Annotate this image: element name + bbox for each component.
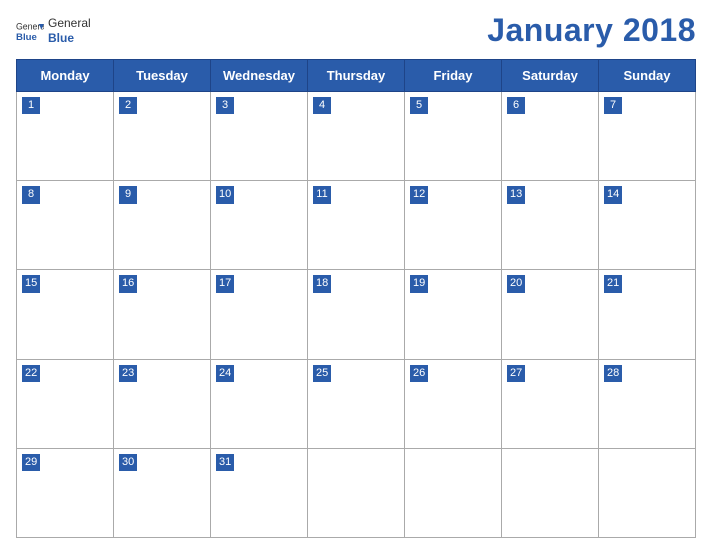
calendar-day-cell: 6: [502, 92, 599, 181]
calendar-page: General Blue General Blue January 2018 M…: [0, 0, 712, 550]
calendar-day-cell: 31: [211, 448, 308, 537]
calendar-day-cell: 12: [405, 181, 502, 270]
day-number: 23: [119, 365, 137, 382]
calendar-day-cell: [405, 448, 502, 537]
page-title: January 2018: [487, 12, 696, 49]
logo-icon: General Blue: [16, 17, 44, 45]
day-number: 15: [22, 275, 40, 292]
calendar-day-cell: 15: [17, 270, 114, 359]
day-number: 21: [604, 275, 622, 292]
day-number: 26: [410, 365, 428, 382]
calendar-day-cell: 3: [211, 92, 308, 181]
day-number: 3: [216, 97, 234, 114]
calendar-day-cell: [308, 448, 405, 537]
col-monday: Monday: [17, 60, 114, 92]
calendar-wrapper: Monday Tuesday Wednesday Thursday Friday…: [16, 59, 696, 538]
calendar-week-row: 22 23 24 25 26 27 28: [17, 359, 696, 448]
calendar-day-cell: 5: [405, 92, 502, 181]
day-number: 17: [216, 275, 234, 292]
calendar-day-cell: 16: [114, 270, 211, 359]
calendar-day-cell: 10: [211, 181, 308, 270]
calendar-day-cell: 29: [17, 448, 114, 537]
day-number: 6: [507, 97, 525, 114]
calendar-day-cell: 26: [405, 359, 502, 448]
calendar-day-cell: 18: [308, 270, 405, 359]
weekday-header-row: Monday Tuesday Wednesday Thursday Friday…: [17, 60, 696, 92]
day-number: 18: [313, 275, 331, 292]
calendar-day-cell: 13: [502, 181, 599, 270]
day-number: 24: [216, 365, 234, 382]
calendar-day-cell: 4: [308, 92, 405, 181]
calendar-day-cell: 23: [114, 359, 211, 448]
day-number: 19: [410, 275, 428, 292]
day-number: 1: [22, 97, 40, 114]
calendar-day-cell: 7: [599, 92, 696, 181]
day-number: 29: [22, 454, 40, 471]
day-number: 30: [119, 454, 137, 471]
page-header: General Blue General Blue January 2018: [16, 12, 696, 49]
calendar-day-cell: 17: [211, 270, 308, 359]
day-number: 2: [119, 97, 137, 114]
calendar-day-cell: 9: [114, 181, 211, 270]
calendar-day-cell: 24: [211, 359, 308, 448]
calendar-day-cell: 14: [599, 181, 696, 270]
day-number: 16: [119, 275, 137, 292]
day-number: 9: [119, 186, 137, 203]
svg-text:General: General: [16, 21, 44, 31]
logo-line2: Blue: [48, 31, 91, 45]
calendar-day-cell: 8: [17, 181, 114, 270]
col-tuesday: Tuesday: [114, 60, 211, 92]
calendar-week-row: 8 9 10 11 12 13 14: [17, 181, 696, 270]
day-number: 7: [604, 97, 622, 114]
col-thursday: Thursday: [308, 60, 405, 92]
calendar-day-cell: 11: [308, 181, 405, 270]
day-number: 31: [216, 454, 234, 471]
day-number: 13: [507, 186, 525, 203]
calendar-day-cell: 28: [599, 359, 696, 448]
day-number: 25: [313, 365, 331, 382]
calendar-day-cell: 25: [308, 359, 405, 448]
day-number: 14: [604, 186, 622, 203]
calendar-day-cell: 30: [114, 448, 211, 537]
day-number: 11: [313, 186, 331, 203]
col-wednesday: Wednesday: [211, 60, 308, 92]
calendar-day-cell: [599, 448, 696, 537]
day-number: 8: [22, 186, 40, 203]
day-number: 4: [313, 97, 331, 114]
calendar-week-row: 29 30 31: [17, 448, 696, 537]
calendar-day-cell: 1: [17, 92, 114, 181]
day-number: 20: [507, 275, 525, 292]
calendar-day-cell: [502, 448, 599, 537]
calendar-day-cell: 20: [502, 270, 599, 359]
calendar-table: Monday Tuesday Wednesday Thursday Friday…: [16, 59, 696, 538]
col-sunday: Sunday: [599, 60, 696, 92]
logo: General Blue General Blue: [16, 16, 91, 45]
day-number: 28: [604, 365, 622, 382]
calendar-week-row: 1 2 3 4 5 6 7: [17, 92, 696, 181]
col-saturday: Saturday: [502, 60, 599, 92]
calendar-day-cell: 2: [114, 92, 211, 181]
day-number: 5: [410, 97, 428, 114]
calendar-day-cell: 27: [502, 359, 599, 448]
day-number: 12: [410, 186, 428, 203]
calendar-day-cell: 21: [599, 270, 696, 359]
svg-text:Blue: Blue: [16, 31, 37, 42]
logo-line1: General: [48, 16, 91, 30]
day-number: 22: [22, 365, 40, 382]
calendar-day-cell: 22: [17, 359, 114, 448]
day-number: 10: [216, 186, 234, 203]
col-friday: Friday: [405, 60, 502, 92]
calendar-week-row: 15 16 17 18 19 20 21: [17, 270, 696, 359]
day-number: 27: [507, 365, 525, 382]
calendar-day-cell: 19: [405, 270, 502, 359]
